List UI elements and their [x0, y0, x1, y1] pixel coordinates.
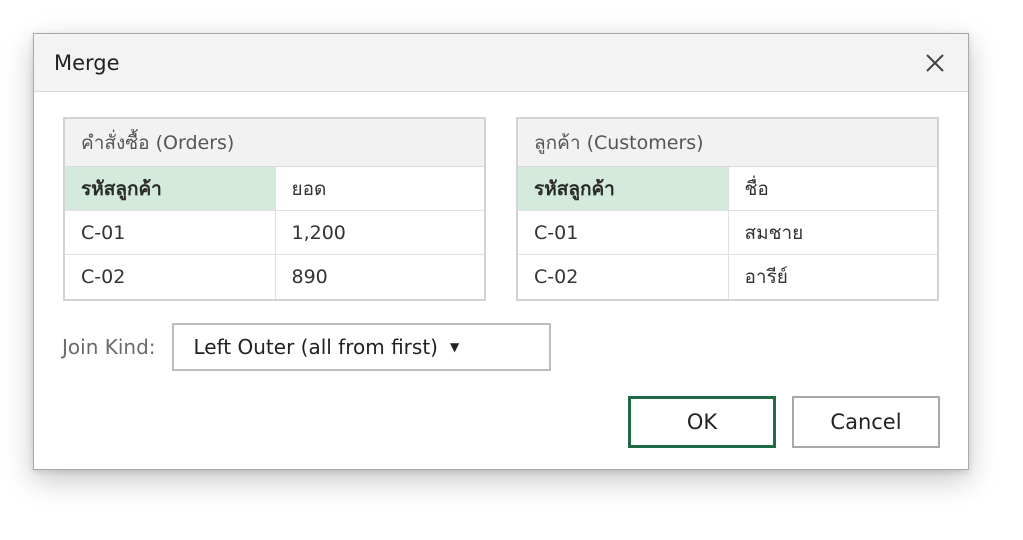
customers-key-column-header[interactable]: รหัสลูกค้า	[518, 167, 728, 210]
close-button[interactable]	[920, 48, 950, 78]
table-cell: 1,200	[274, 211, 485, 254]
dialog-titlebar: Merge	[34, 34, 968, 92]
orders-key-column-header[interactable]: รหัสลูกค้า	[65, 167, 275, 210]
table-row: C-01 1,200	[65, 211, 484, 255]
customers-table-caption: ลูกค้า (Customers)	[518, 119, 937, 167]
table-previews: คำสั่งซื้อ (Orders) รหัสลูกค้า ยอด C-01 …	[63, 117, 939, 301]
table-cell: C-01	[81, 221, 126, 244]
orders-table-caption: คำสั่งซื้อ (Orders)	[65, 119, 484, 167]
dialog-title: Merge	[54, 50, 120, 75]
join-kind-dropdown[interactable]: Left Outer (all from first) ▼	[171, 323, 551, 371]
table-cell: C-02	[534, 266, 579, 288]
customers-header-row: รหัสลูกค้า ชื่อ	[518, 167, 937, 211]
table-cell: อารีย์	[727, 255, 938, 299]
caret-down-icon: ▼	[449, 340, 460, 354]
join-kind-row: Join Kind: Left Outer (all from first) ▼	[62, 323, 551, 371]
table-cell: สมชาย	[727, 211, 938, 254]
merge-dialog: Merge คำสั่งซื้อ (Orders) รหัสลูกค้า ยอด…	[33, 33, 969, 470]
table-cell: 890	[274, 255, 485, 299]
table-row: C-01 สมชาย	[518, 211, 937, 255]
dialog-buttons: OK Cancel	[628, 396, 940, 448]
table-row: C-02 890	[65, 255, 484, 299]
orders-header-row: รหัสลูกค้า ยอด	[65, 167, 484, 211]
close-icon	[926, 53, 944, 72]
table-cell: C-01	[534, 221, 579, 244]
ok-button[interactable]: OK	[628, 396, 776, 448]
orders-table: คำสั่งซื้อ (Orders) รหัสลูกค้า ยอด C-01 …	[63, 117, 486, 301]
cancel-button[interactable]: Cancel	[792, 396, 940, 448]
table-row: C-02 อารีย์	[518, 255, 937, 299]
customers-name-column-header[interactable]: ชื่อ	[727, 167, 938, 210]
join-kind-label: Join Kind:	[62, 335, 156, 359]
orders-amount-column-header[interactable]: ยอด	[274, 167, 485, 210]
join-kind-value: Left Outer (all from first)	[193, 335, 438, 359]
customers-table: ลูกค้า (Customers) รหัสลูกค้า ชื่อ C-01 …	[516, 117, 939, 301]
table-cell: C-02	[81, 266, 126, 288]
